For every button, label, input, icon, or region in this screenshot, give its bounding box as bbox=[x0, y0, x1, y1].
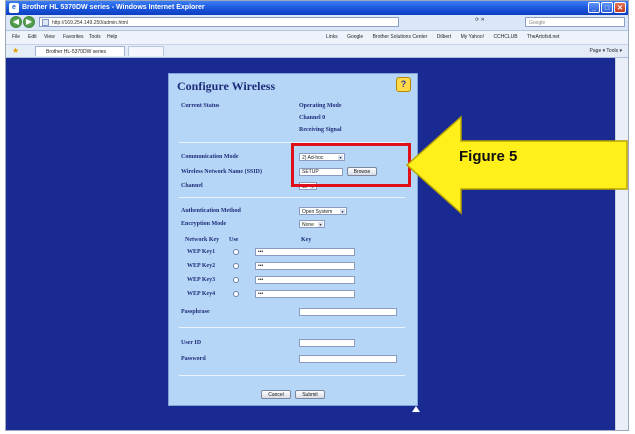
link-theartofsit[interactable]: TheArtofsit.net bbox=[527, 34, 560, 40]
forward-icon[interactable]: ▶ bbox=[23, 16, 35, 28]
ssid-label: Wireless Network Name (SSID) bbox=[181, 169, 262, 175]
page-icon bbox=[42, 19, 49, 26]
status-channel: Channel 0 bbox=[299, 115, 326, 121]
new-tab-button[interactable] bbox=[128, 46, 164, 56]
link-cchclub[interactable]: CCHCLUB bbox=[493, 34, 517, 40]
current-status-label: Current Status bbox=[181, 103, 220, 109]
menu-tools[interactable]: Tools bbox=[89, 31, 101, 44]
wep-key2-radio[interactable] bbox=[233, 263, 239, 269]
link-google[interactable]: Google bbox=[347, 34, 363, 40]
search-input[interactable]: Google bbox=[525, 17, 625, 27]
link-my-yahoo[interactable]: My Yahoo! bbox=[461, 34, 484, 40]
passphrase-label: Passphrase bbox=[181, 309, 210, 315]
user-id-label: User ID bbox=[181, 340, 202, 346]
menu-edit[interactable]: Edit bbox=[28, 31, 37, 44]
chevron-down-icon: ▾ bbox=[340, 209, 345, 214]
window-controls: _ □ ✕ bbox=[588, 2, 626, 13]
configure-wireless-panel: Configure Wireless ? Current Status Oper… bbox=[168, 73, 418, 406]
tab-label: Brother HL-5370DW series bbox=[46, 49, 107, 55]
status-receiving-signal: Receiving Signal bbox=[299, 127, 342, 133]
password-label: Password bbox=[181, 356, 206, 362]
page-title: Configure Wireless bbox=[177, 79, 276, 93]
minimize-button[interactable]: _ bbox=[588, 2, 600, 13]
cancel-button[interactable]: Cancel bbox=[261, 390, 291, 399]
help-icon[interactable]: ? bbox=[396, 77, 411, 92]
use-header: Use bbox=[229, 237, 239, 243]
maximize-button[interactable]: □ bbox=[601, 2, 613, 13]
user-id-input[interactable] bbox=[299, 339, 355, 347]
search-placeholder: Google bbox=[529, 20, 546, 26]
divider bbox=[179, 197, 405, 198]
channel-label: Channel bbox=[181, 183, 203, 189]
address-bar[interactable]: http://169.254.149.250/admin.html bbox=[39, 17, 399, 27]
title-bar: e Brother HL 5370DW series - Windows Int… bbox=[6, 1, 628, 15]
wep-key2-label: WEP Key2 bbox=[187, 263, 216, 269]
divider bbox=[179, 327, 405, 328]
encryption-mode-label: Encryption Mode bbox=[181, 221, 227, 227]
link-dilbert[interactable]: Dilbert bbox=[437, 34, 451, 40]
wep-key1-label: WEP Key1 bbox=[187, 249, 216, 255]
wep-key3-input[interactable]: ••• bbox=[255, 276, 355, 284]
menu-file[interactable]: File bbox=[12, 31, 20, 44]
wep-key4-input[interactable]: ••• bbox=[255, 290, 355, 298]
figure-label: Figure 5 bbox=[459, 148, 518, 165]
window-title: Brother HL 5370DW series - Windows Inter… bbox=[22, 4, 205, 11]
favorites-star-icon[interactable]: ★ bbox=[12, 45, 19, 57]
links-label: Links bbox=[326, 34, 338, 40]
wep-key3-label: WEP Key3 bbox=[187, 277, 216, 283]
back-icon[interactable]: ◀ bbox=[10, 16, 22, 28]
status-operating-mode: Operating Mode bbox=[299, 103, 342, 109]
command-bar[interactable]: Page ▾ Tools ▾ bbox=[590, 45, 622, 57]
encryption-mode-select[interactable]: None ▾ bbox=[299, 220, 325, 228]
menu-bar: File Edit View Favorites Tools Help Link… bbox=[6, 31, 628, 45]
address-row: ◀ ▶ http://169.254.149.250/admin.html ⟳ … bbox=[6, 15, 628, 31]
vertical-scrollbar[interactable] bbox=[615, 58, 628, 430]
menu-help[interactable]: Help bbox=[107, 31, 117, 44]
tab-brother[interactable]: Brother HL-5370DW series bbox=[35, 46, 125, 56]
passphrase-input[interactable] bbox=[299, 308, 397, 316]
wep-key4-label: WEP Key4 bbox=[187, 291, 216, 297]
ie-icon: e bbox=[9, 3, 19, 13]
address-text: http://169.254.149.250/admin.html bbox=[52, 20, 128, 26]
key-header: Key bbox=[301, 237, 312, 243]
close-button[interactable]: ✕ bbox=[614, 2, 626, 13]
auth-method-value: Open System bbox=[302, 209, 333, 215]
wep-key1-input[interactable]: ••• bbox=[255, 248, 355, 256]
password-input[interactable] bbox=[299, 355, 397, 363]
menu-view[interactable]: View bbox=[44, 31, 55, 44]
auth-method-select[interactable]: Open System ▾ bbox=[299, 207, 347, 215]
encryption-mode-value: None bbox=[302, 222, 314, 228]
communication-mode-label: Communication Mode bbox=[181, 154, 239, 160]
wep-key4-radio[interactable] bbox=[233, 291, 239, 297]
wep-key2-input[interactable]: ••• bbox=[255, 262, 355, 270]
divider bbox=[179, 375, 405, 376]
callout-arrow bbox=[405, 115, 628, 215]
mouse-pointer-icon bbox=[412, 406, 420, 412]
menu-favorites[interactable]: Favorites bbox=[63, 31, 84, 44]
submit-button[interactable]: Submit bbox=[295, 390, 325, 399]
wep-key1-radio[interactable] bbox=[233, 249, 239, 255]
link-brother-solutions[interactable]: Brother Solutions Center bbox=[373, 34, 428, 40]
wep-key3-radio[interactable] bbox=[233, 277, 239, 283]
network-key-header: Network Key bbox=[185, 237, 220, 243]
highlight-box bbox=[291, 143, 411, 187]
chevron-down-icon: ▾ bbox=[318, 222, 323, 227]
auth-method-label: Authentication Method bbox=[181, 208, 241, 214]
links-toolbar: Links Google Brother Solutions Center Di… bbox=[326, 31, 567, 44]
refresh-stop-icons[interactable]: ⟳ ✕ bbox=[475, 17, 485, 23]
tab-bar: ★ Brother HL-5370DW series Page ▾ Tools … bbox=[6, 45, 628, 58]
